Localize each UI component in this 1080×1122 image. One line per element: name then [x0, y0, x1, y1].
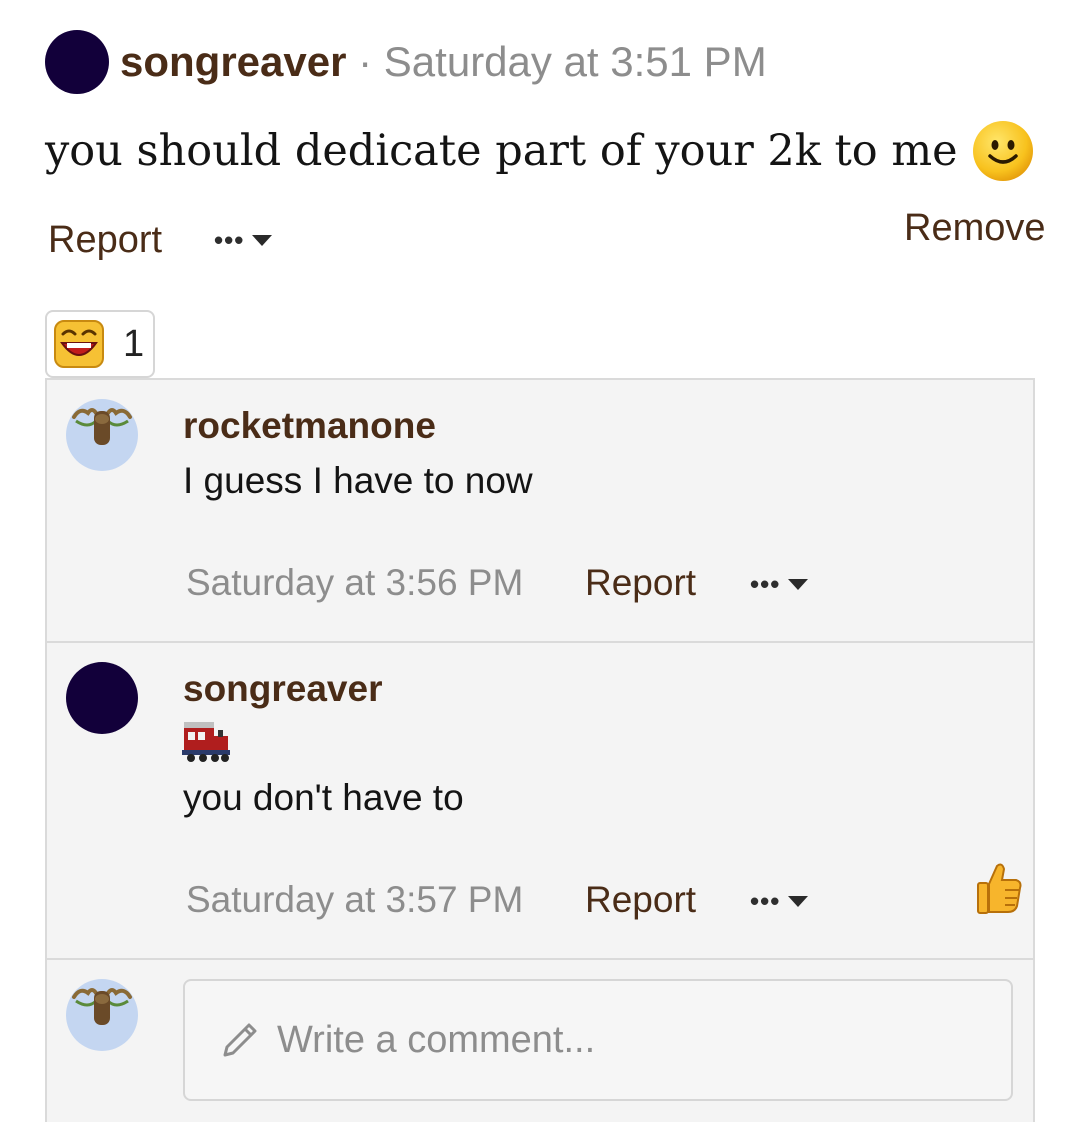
comment-author-avatar[interactable]: [66, 662, 138, 734]
post-timestamp[interactable]: Saturday at 3:51 PM: [384, 38, 767, 85]
comment-divider: [47, 641, 1033, 643]
post-author-avatar[interactable]: [45, 30, 109, 94]
comment-author-name[interactable]: rocketmanone: [183, 403, 436, 449]
comment-more-menu[interactable]: •••: [750, 884, 809, 918]
thumbs-up-icon[interactable]: [975, 860, 1023, 914]
moose-avatar-icon: [72, 408, 132, 445]
comment-input-placeholder: Write a comment...: [277, 1018, 596, 1061]
post-more-menu[interactable]: •••: [214, 222, 273, 258]
more-dots: •••: [214, 225, 245, 255]
post-author-name[interactable]: songreaver: [120, 38, 346, 85]
comment-author-avatar[interactable]: [66, 399, 138, 471]
smiley-emoji-icon: [972, 121, 1033, 181]
comment-author-name[interactable]: songreaver: [183, 666, 383, 712]
header-separator: ·: [358, 38, 373, 85]
more-dots: •••: [750, 569, 781, 599]
train-icon: [182, 722, 230, 762]
comment-text: I guess I have to now: [183, 460, 533, 501]
post-report-link[interactable]: Report: [48, 216, 162, 264]
post-text: you should dedicate part of your 2k to m…: [45, 126, 958, 176]
laughing-emoji-icon: [54, 320, 104, 368]
composer-avatar: [66, 979, 138, 1051]
reaction-count: 1: [123, 322, 145, 365]
comment-timestamp[interactable]: Saturday at 3:57 PM: [186, 877, 523, 923]
chevron-down-icon: [788, 578, 809, 590]
more-dots: •••: [750, 886, 781, 916]
reaction-summary[interactable]: 1: [45, 310, 155, 378]
comment-more-menu[interactable]: •••: [750, 567, 809, 601]
comment-divider: [47, 958, 1033, 960]
post-header: songreaver · Saturday at 3:51 PM: [120, 34, 767, 90]
moose-avatar-icon: [72, 988, 132, 1025]
comment-timestamp[interactable]: Saturday at 3:56 PM: [186, 560, 523, 606]
pencil-icon: [223, 1023, 257, 1057]
chevron-down-icon: [788, 895, 809, 907]
post-remove-link[interactable]: Remove: [904, 204, 1046, 252]
comment-report-link[interactable]: Report: [585, 560, 696, 606]
comment-input[interactable]: Write a comment...: [183, 979, 1013, 1101]
post-body: you should dedicate part of your 2k to m…: [45, 120, 1034, 182]
comment-text: you don't have to: [183, 777, 464, 818]
comment-report-link[interactable]: Report: [585, 877, 696, 923]
chevron-down-icon: [252, 234, 273, 246]
